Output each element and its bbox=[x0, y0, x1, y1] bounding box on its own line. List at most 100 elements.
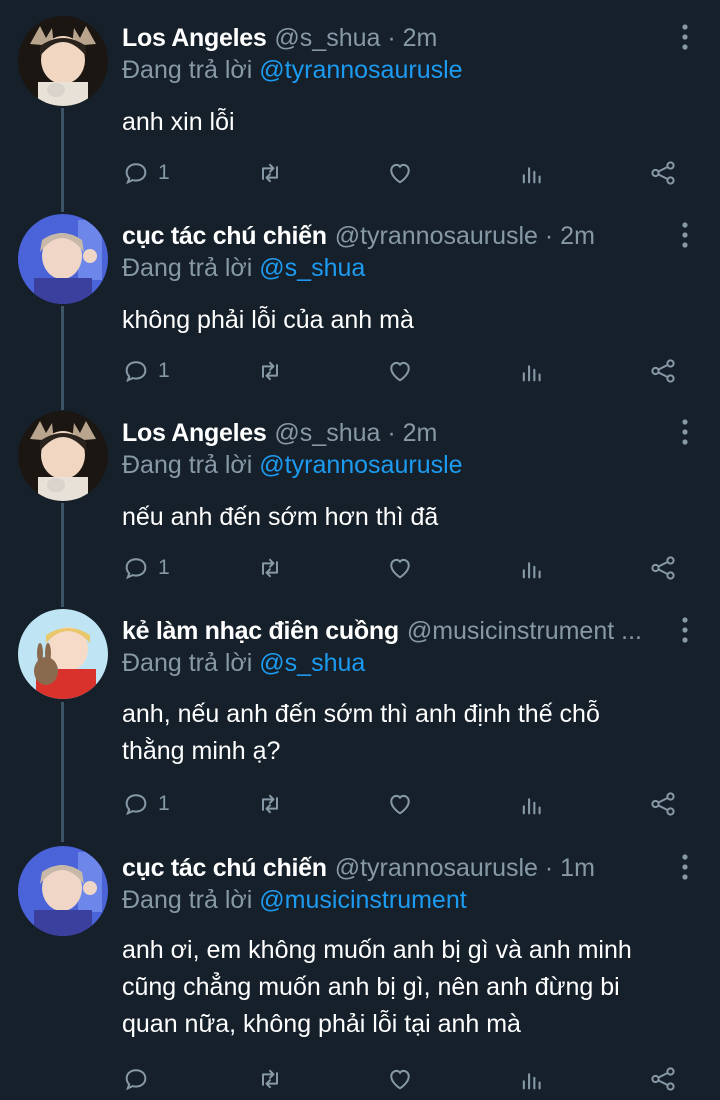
handle-and-time[interactable]: @tyrannosaurusle · 2m bbox=[335, 222, 595, 250]
retweet-icon bbox=[262, 794, 278, 814]
heart-icon bbox=[390, 794, 410, 815]
tweet-actions: 1 bbox=[122, 551, 690, 585]
tweet[interactable]: Los Angeles @s_shua · 2m Đang trả lời @ty… bbox=[0, 0, 720, 197]
analytics-icon bbox=[522, 365, 541, 382]
tweet-text-line: cũng chẳng muốn anh bị gì, nên anh đừng … bbox=[122, 973, 620, 1001]
tweet-text: anh xin lỗi bbox=[122, 104, 235, 141]
tweet-text-line: thằng minh ạ? bbox=[122, 737, 281, 765]
like-button[interactable] bbox=[386, 1062, 414, 1096]
mention-link[interactable]: @s_shua bbox=[259, 254, 365, 282]
tweet[interactable]: Los Angeles @s_shua · 2m Đang trả lời @ty… bbox=[0, 395, 720, 592]
handle-and-time[interactable]: @s_shua · 2m bbox=[274, 24, 437, 52]
reply-icon bbox=[125, 794, 147, 816]
replying-label: Đang trả lời bbox=[122, 886, 253, 914]
avatar[interactable] bbox=[18, 16, 108, 106]
replying-label: Đang trả lời bbox=[122, 451, 253, 479]
tweet-text-line: anh, nếu anh đến sớm thì anh định thế ch… bbox=[122, 700, 600, 728]
mention-link[interactable]: @musicinstrument bbox=[259, 886, 466, 914]
reply-count: 1 bbox=[158, 161, 170, 184]
share-button[interactable] bbox=[648, 787, 678, 821]
handle-and-time[interactable]: @musicinstrument ... bbox=[407, 617, 642, 645]
reply-button[interactable]: 1 bbox=[122, 354, 170, 388]
reply-button[interactable]: 1 bbox=[122, 156, 170, 190]
reply-icon bbox=[125, 1069, 147, 1091]
tweet-actions: 1 bbox=[122, 354, 690, 388]
share-button[interactable] bbox=[648, 551, 678, 585]
analytics-icon bbox=[522, 562, 541, 579]
replying-to: Đang trả lời @tyrannosaurusle bbox=[122, 56, 463, 85]
like-button[interactable] bbox=[386, 551, 414, 585]
share-button[interactable] bbox=[648, 156, 678, 190]
share-button[interactable] bbox=[648, 1062, 678, 1096]
tweet-text: nếu anh đến sớm hơn thì đã bbox=[122, 499, 438, 536]
share-icon bbox=[651, 556, 675, 580]
tweet-header: cục tác chú chiến @tyrannosaurusle · 1m bbox=[122, 854, 670, 883]
reply-count: 1 bbox=[158, 359, 170, 382]
analytics-button[interactable] bbox=[518, 551, 546, 585]
tweet-text-line: quan nữa, không phải lỗi tại anh mà bbox=[122, 1010, 521, 1038]
handle-and-time[interactable]: @s_shua · 2m bbox=[274, 419, 437, 447]
reply-button[interactable]: 1 bbox=[122, 551, 170, 585]
display-name[interactable]: cục tác chú chiến bbox=[122, 854, 327, 882]
avatar[interactable] bbox=[18, 609, 108, 699]
share-icon bbox=[651, 359, 675, 383]
replying-to: Đang trả lời @s_shua bbox=[122, 254, 365, 283]
retweet-button[interactable] bbox=[256, 551, 284, 585]
replying-label: Đang trả lời bbox=[122, 649, 253, 677]
tweet-header: cục tác chú chiến @tyrannosaurusle · 2m bbox=[122, 222, 670, 251]
mention-link[interactable]: @tyrannosaurusle bbox=[259, 451, 462, 479]
share-icon bbox=[651, 792, 675, 816]
mention-link[interactable]: @tyrannosaurusle bbox=[259, 56, 462, 84]
analytics-button[interactable] bbox=[518, 156, 546, 190]
reply-button[interactable] bbox=[122, 1062, 158, 1096]
tweet[interactable]: kẻ làm nhạc điên cuồng @musicinstrument .… bbox=[0, 593, 720, 830]
analytics-button[interactable] bbox=[518, 787, 546, 821]
replying-label: Đang trả lời bbox=[122, 56, 253, 84]
retweet-icon bbox=[262, 558, 278, 578]
display-name[interactable]: cục tác chú chiến bbox=[122, 222, 327, 250]
more-options-icon[interactable] bbox=[680, 220, 690, 250]
analytics-icon bbox=[522, 798, 541, 815]
handle-and-time[interactable]: @tyrannosaurusle · 1m bbox=[335, 854, 595, 882]
tweet[interactable]: cục tác chú chiến @tyrannosaurusle · 2m Đ… bbox=[0, 198, 720, 395]
tweet-actions: 1 bbox=[122, 156, 690, 190]
tweet[interactable]: cục tác chú chiến @tyrannosaurusle · 1m Đ… bbox=[0, 830, 720, 1100]
like-button[interactable] bbox=[386, 787, 414, 821]
replying-label: Đang trả lời bbox=[122, 254, 253, 282]
tweet-header: Los Angeles @s_shua · 2m bbox=[122, 419, 670, 448]
tweet-text-line: nếu anh đến sớm hơn thì đã bbox=[122, 503, 439, 531]
more-options-icon[interactable] bbox=[680, 615, 690, 645]
reply-icon bbox=[125, 558, 147, 580]
reply-icon bbox=[125, 163, 147, 185]
display-name[interactable]: Los Angeles bbox=[122, 24, 267, 52]
retweet-button[interactable] bbox=[256, 354, 284, 388]
avatar[interactable] bbox=[18, 846, 108, 936]
reply-count: 1 bbox=[158, 792, 170, 815]
replying-to: Đang trả lời @s_shua bbox=[122, 649, 365, 678]
retweet-button[interactable] bbox=[256, 1062, 284, 1096]
tweet-actions: 1 bbox=[122, 787, 690, 821]
more-options-icon[interactable] bbox=[680, 852, 690, 882]
mention-link[interactable]: @s_shua bbox=[259, 649, 365, 677]
like-button[interactable] bbox=[386, 156, 414, 190]
tweet-text: không phải lỗi của anh mà bbox=[122, 302, 414, 339]
share-button[interactable] bbox=[648, 354, 678, 388]
like-button[interactable] bbox=[386, 354, 414, 388]
tweet-header: kẻ làm nhạc điên cuồng @musicinstrument .… bbox=[122, 617, 670, 646]
retweet-button[interactable] bbox=[256, 156, 284, 190]
analytics-button[interactable] bbox=[518, 1062, 546, 1096]
tweet-text-line: anh ơi, em không muốn anh bị gì và anh m… bbox=[122, 936, 632, 964]
more-options-icon[interactable] bbox=[680, 22, 690, 52]
reply-count: 1 bbox=[158, 556, 170, 579]
heart-icon bbox=[390, 1069, 410, 1090]
more-options-icon[interactable] bbox=[680, 417, 690, 447]
avatar[interactable] bbox=[18, 214, 108, 304]
retweet-icon bbox=[262, 163, 278, 183]
reply-button[interactable]: 1 bbox=[122, 787, 170, 821]
analytics-icon bbox=[522, 1073, 541, 1090]
display-name[interactable]: Los Angeles bbox=[122, 419, 267, 447]
retweet-button[interactable] bbox=[256, 787, 284, 821]
analytics-button[interactable] bbox=[518, 354, 546, 388]
display-name[interactable]: kẻ làm nhạc điên cuồng bbox=[122, 617, 399, 645]
avatar[interactable] bbox=[18, 411, 108, 501]
